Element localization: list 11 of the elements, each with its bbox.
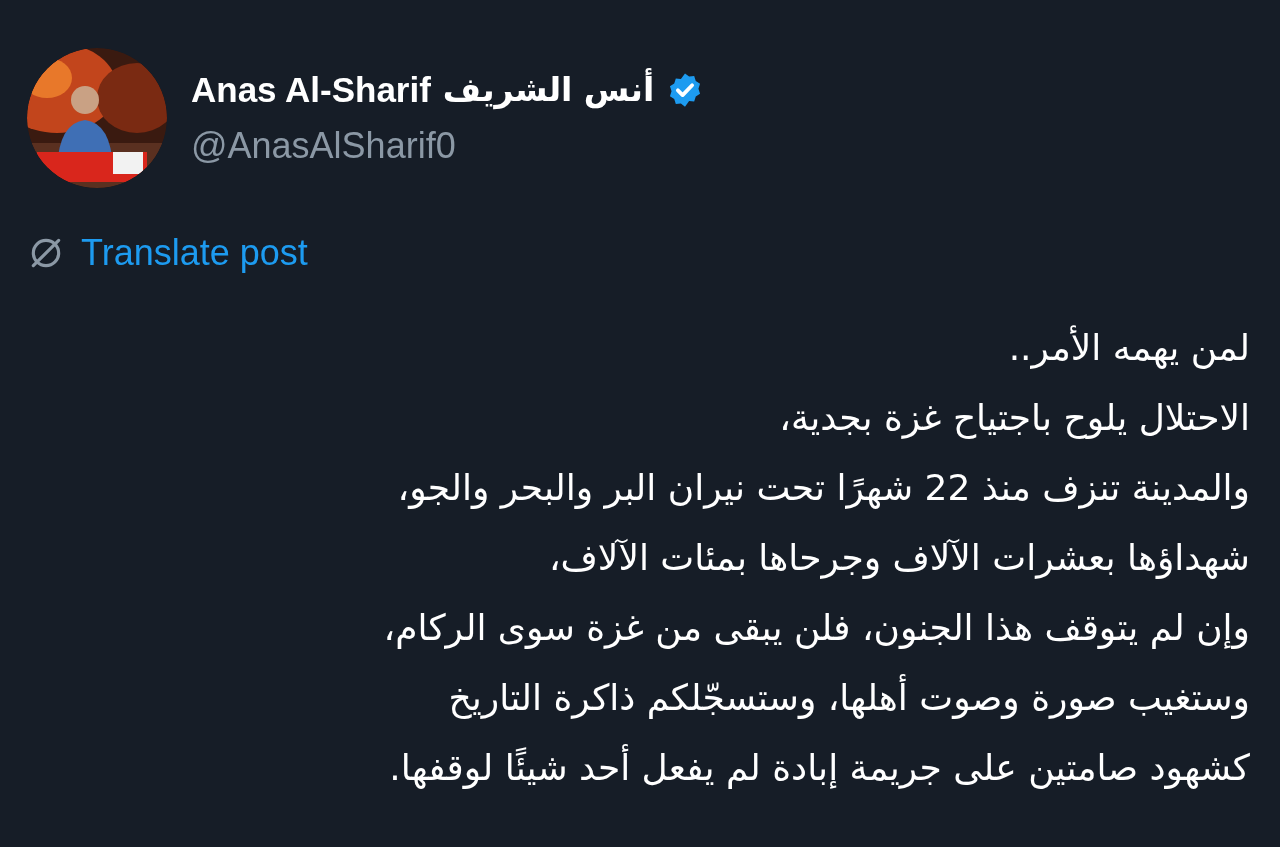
author-name-arabic[interactable]: أنس الشريف: [442, 68, 655, 111]
post-text-line: لمن يهمه الأمر..: [1007, 324, 1250, 371]
author-name[interactable]: Anas Al-Sharif: [191, 67, 431, 112]
post-text-line: وستغيب صورة وصوت أهلها، وستسجّلكم ذاكرة التاريخ: [20, 663, 1250, 733]
post-text-line: الاحتلال يلوح باجتياح غزة بجدية،: [778, 396, 1250, 441]
post-text-line: شهداؤها بعشرات الآلاف وجرحاها بمئات الآلاف،: [547, 536, 1250, 581]
post-text-line: كشهود صامتين على جريمة إبادة لم يفعل أحد شيئًا لوقفها.: [20, 733, 1250, 803]
post-text-line: وإن لم يتوقف هذا الجنون، فلن يبقى من غزة سوى الركام،: [382, 606, 1250, 651]
author-handle[interactable]: @AnasAlSharif0: [191, 123, 705, 169]
translate-post-link[interactable]: Translate post: [81, 230, 308, 275]
post-text-line: والمدينة تنزف منذ 22 شهرًا تحت نيران البر والبحر والجو،: [396, 466, 1250, 511]
